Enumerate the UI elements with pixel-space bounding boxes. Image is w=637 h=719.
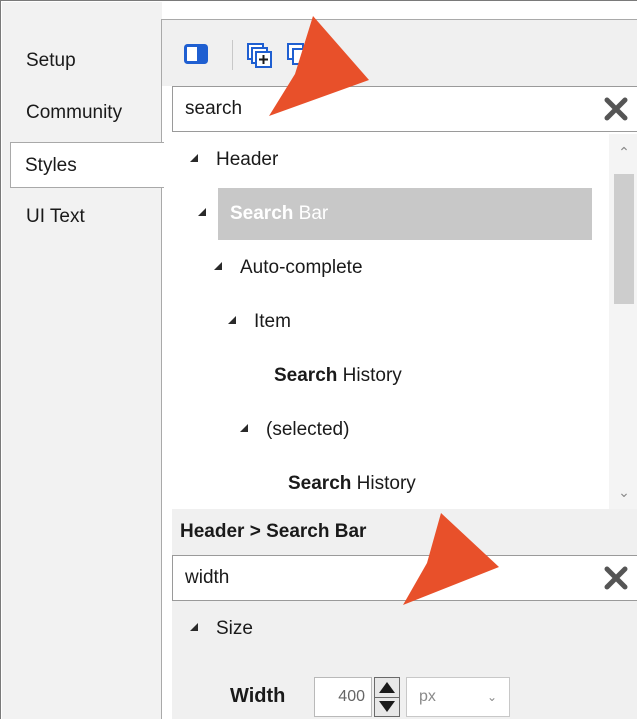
- styles-panel: Header Search Bar Auto-complete Item Sea…: [161, 19, 637, 719]
- width-label: Width: [230, 685, 286, 707]
- clear-search-icon[interactable]: [603, 96, 629, 122]
- panel-toggle-icon[interactable]: [184, 42, 208, 66]
- panel-toolbar: [162, 20, 637, 86]
- tree-node-highlight: Search Bar: [218, 188, 592, 240]
- tree-node-search-history[interactable]: Search History: [274, 350, 402, 402]
- tree-node-selected[interactable]: (selected): [240, 404, 349, 456]
- tree-scrollbar[interactable]: ⌃ ⌄: [609, 134, 637, 509]
- tab-setup[interactable]: Setup: [12, 38, 162, 84]
- style-search-input[interactable]: [185, 87, 565, 131]
- style-tree: Header Search Bar Auto-complete Item Sea…: [172, 134, 637, 509]
- side-tabs: Setup Community Styles UI Text: [2, 2, 164, 719]
- pointer-arrow-icon: [403, 513, 499, 605]
- tree-node-header[interactable]: Header: [190, 134, 278, 186]
- scroll-down-icon[interactable]: ⌄: [609, 482, 637, 502]
- width-value-field[interactable]: 400: [314, 677, 372, 717]
- chevron-down-icon: ⌄: [486, 690, 497, 704]
- window-frame: Setup Community Styles UI Text search He…: [0, 0, 637, 719]
- toolbar-divider: [232, 40, 233, 70]
- tree-node-search-bar[interactable]: Search Bar: [198, 188, 592, 240]
- tree-node-item[interactable]: Item: [228, 296, 291, 348]
- width-stepper[interactable]: [374, 677, 400, 717]
- tree-node-search-history-selected[interactable]: Search History: [288, 458, 416, 509]
- pointer-arrow-icon: [269, 16, 369, 116]
- expand-arrow-icon[interactable]: [198, 207, 206, 216]
- property-list: Size Width 400 px ⌄: [172, 601, 637, 719]
- stepper-down-icon[interactable]: [375, 698, 399, 717]
- tab-community[interactable]: Community: [12, 90, 162, 136]
- tab-ui-text[interactable]: UI Text: [12, 194, 162, 240]
- expand-arrow-icon[interactable]: [228, 315, 236, 324]
- unit-select[interactable]: px ⌄: [406, 677, 510, 717]
- style-search-box: [172, 86, 637, 132]
- expand-arrow-icon[interactable]: [214, 261, 222, 270]
- clear-property-search-icon[interactable]: [603, 565, 629, 591]
- property-search-input[interactable]: [185, 556, 565, 600]
- tree-node-auto-complete[interactable]: Auto-complete: [214, 242, 363, 294]
- scroll-up-icon[interactable]: ⌃: [609, 142, 637, 162]
- property-group-size[interactable]: Size: [190, 601, 253, 657]
- tab-styles[interactable]: Styles: [10, 142, 164, 188]
- expand-arrow-icon[interactable]: [240, 423, 248, 432]
- expand-arrow-icon[interactable]: [190, 153, 198, 162]
- scroll-thumb[interactable]: [614, 174, 634, 304]
- expand-arrow-icon[interactable]: [190, 622, 198, 631]
- stepper-up-icon[interactable]: [375, 678, 399, 697]
